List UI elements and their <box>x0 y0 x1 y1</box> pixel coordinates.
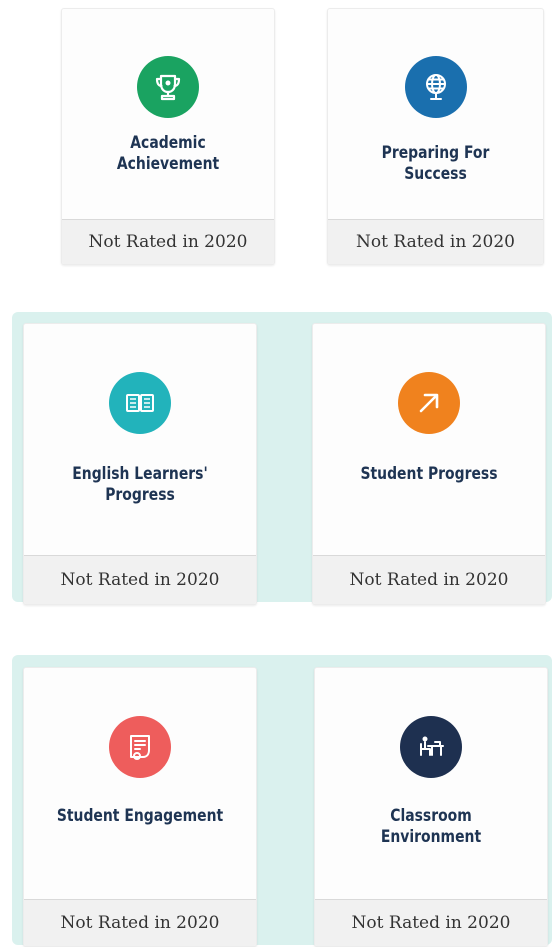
card-title: Preparing For Success <box>381 143 490 184</box>
academic-achievement-card[interactable]: Academic Achievement Not Rated in 2020 <box>61 8 275 265</box>
classroom-desk-icon <box>400 716 462 778</box>
student-engagement-card[interactable]: Student Engagement Not Rated in 2020 <box>23 667 257 947</box>
preparing-for-success-card[interactable]: Preparing For Success Not Rated in 2020 <box>327 8 544 265</box>
card-title: English Learners' Progress <box>72 464 208 505</box>
card-title: Student Progress <box>360 464 498 484</box>
student-progress-card[interactable]: Student Progress Not Rated in 2020 <box>312 323 546 605</box>
rating-status: Not Rated in 2020 <box>24 899 256 946</box>
card-title: Academic Achievement <box>116 133 220 174</box>
rating-status: Not Rated in 2020 <box>328 219 543 264</box>
trophy-icon <box>137 56 199 118</box>
book-icon <box>109 372 171 434</box>
arrow-up-right-icon <box>398 372 460 434</box>
english-learners-progress-card[interactable]: English Learners' Progress Not Rated in … <box>23 323 257 605</box>
rating-status: Not Rated in 2020 <box>313 555 545 604</box>
rating-status: Not Rated in 2020 <box>62 219 274 264</box>
globe-icon <box>404 56 467 118</box>
classroom-environment-card[interactable]: Classroom Environment Not Rated in 2020 <box>314 667 548 947</box>
rating-status: Not Rated in 2020 <box>315 899 547 946</box>
certificate-icon <box>109 716 171 778</box>
rating-status: Not Rated in 2020 <box>24 555 256 604</box>
card-title: Classroom Environment <box>380 806 482 847</box>
card-title: Student Engagement <box>56 806 224 826</box>
